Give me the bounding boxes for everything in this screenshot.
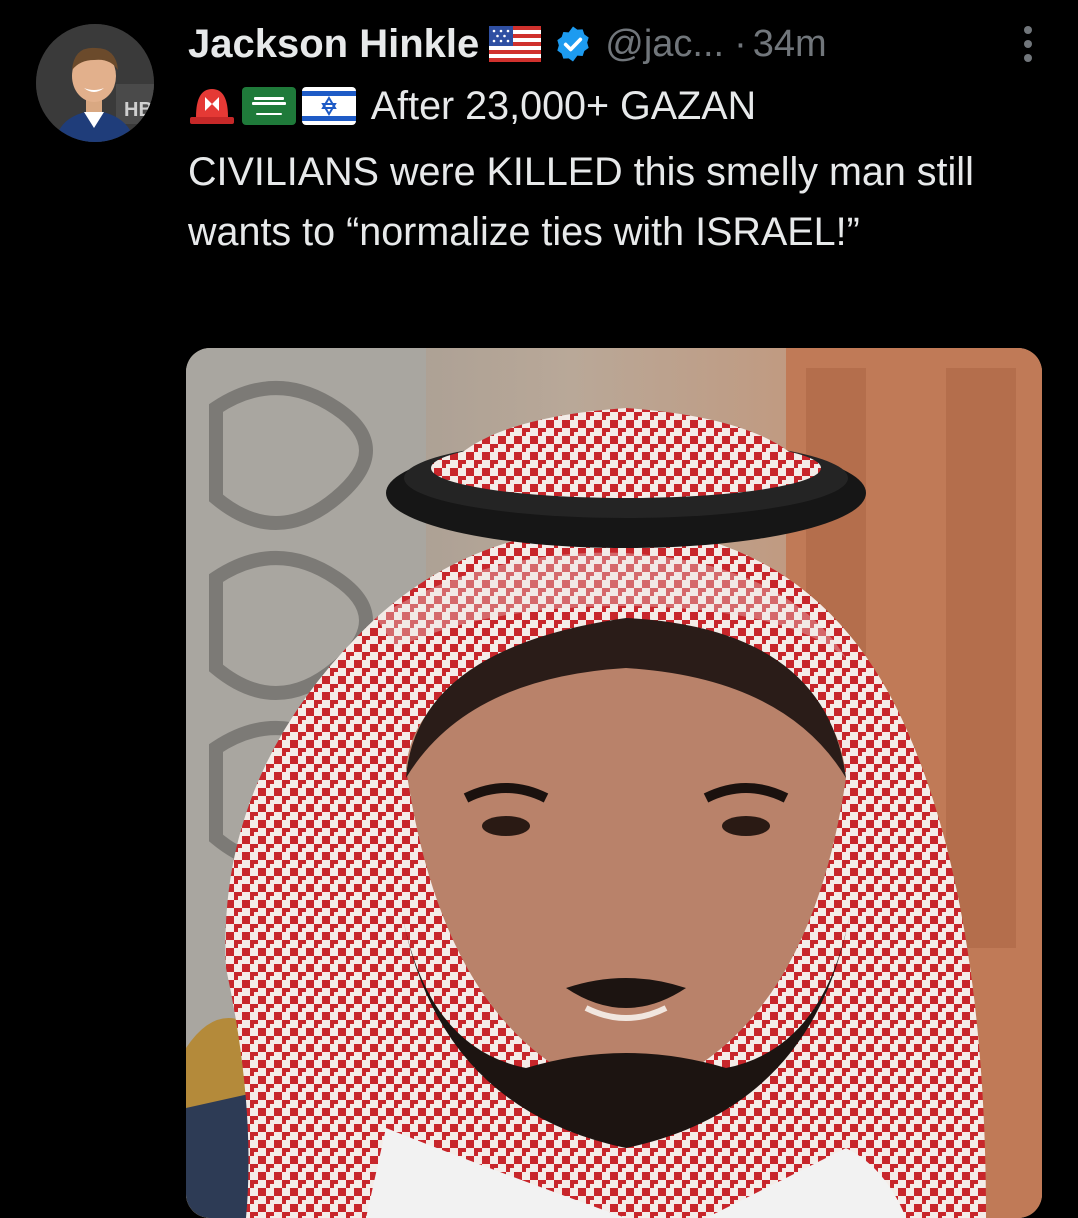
tweet-text: After 23,000+ GAZAN CIVILIANS were KILLE… [188, 76, 1048, 262]
tweet-timestamp[interactable]: 34m [753, 23, 827, 66]
author-handle[interactable]: @jac... [605, 23, 724, 66]
israel-flag-icon [302, 82, 356, 142]
author-display-name[interactable]: Jackson Hinkle [188, 22, 479, 67]
svg-text:HB: HB [124, 99, 153, 121]
avatar-image: HB [36, 24, 154, 142]
verified-badge-icon[interactable] [553, 24, 593, 64]
tweet-text-line1: After 23,000+ GAZAN [362, 84, 757, 128]
saudi-flag-icon [242, 82, 296, 142]
more-options-button[interactable] [1008, 22, 1048, 66]
separator-dot: · [734, 22, 747, 65]
tweet-header: Jackson Hinkle @jac... · 34m [188, 18, 1048, 70]
photo-image [186, 348, 1042, 1218]
tweet-text-body: CIVILIANS were KILLED this smelly man st… [188, 150, 974, 254]
more-vertical-icon [1024, 26, 1032, 62]
siren-icon [188, 82, 236, 142]
author-avatar[interactable]: HB [36, 24, 154, 142]
us-flag-icon [489, 26, 542, 62]
tweet-media-photo[interactable] [186, 348, 1042, 1218]
